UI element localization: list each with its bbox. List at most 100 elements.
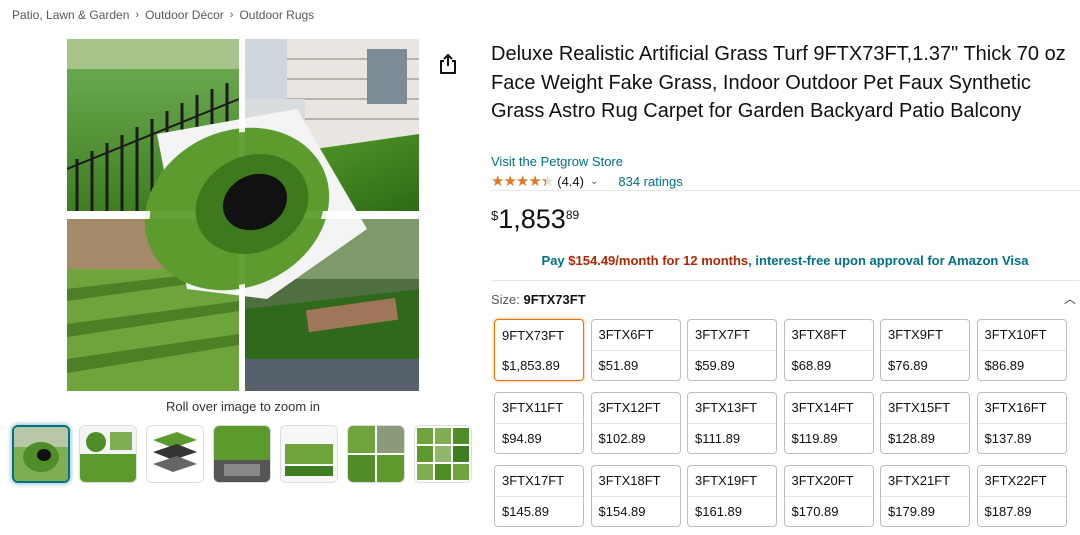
size-option-name: 3FTX13FT — [688, 393, 776, 424]
size-option-name: 3FTX12FT — [591, 393, 680, 424]
size-option[interactable]: 9FTX73FT $1,853.89 — [494, 319, 584, 381]
rating-value[interactable]: (4.4) — [557, 174, 584, 189]
rating-row: ★★★★★★ (4.4) ⌄ 834 ratings — [491, 172, 683, 190]
size-option-name: 3FTX8FT — [784, 320, 873, 351]
thumbnail-image — [147, 426, 203, 482]
size-option[interactable]: 3FTX7FT $59.89 — [687, 319, 777, 381]
thumbnail[interactable] — [79, 425, 137, 483]
breadcrumb-item[interactable]: Outdoor Rugs — [239, 8, 314, 22]
divider — [491, 280, 1079, 281]
thumbnail-image — [80, 426, 136, 482]
thumbnail-strip — [12, 425, 472, 483]
finance-amount: $154.49/month for 12 months — [568, 253, 749, 268]
chevron-up-icon[interactable]: ︿ — [1064, 290, 1076, 307]
size-option[interactable]: 3FTX10FT $86.89 — [976, 319, 1067, 381]
size-option-price: $1,853.89 — [502, 357, 560, 373]
size-option[interactable]: 3FTX15FT $128.89 — [880, 392, 970, 454]
thumbnail[interactable] — [146, 425, 204, 483]
size-option-price: $128.89 — [888, 430, 935, 446]
breadcrumb: Patio, Lawn & Garden › Outdoor Décor › O… — [12, 8, 314, 22]
size-options-grid: 9FTX73FT $1,853.89 3FTX6FT $51.89 3FTX7FT $… — [494, 319, 1067, 527]
price: $ 1,853 89 — [491, 204, 579, 234]
size-option[interactable]: 3FTX9FT $76.89 — [880, 319, 970, 381]
thumbnail-image — [281, 426, 337, 482]
star-rating-icon[interactable]: ★★★★★★ — [491, 172, 554, 190]
thumbnail-image — [214, 426, 270, 482]
size-option-name: 3FTX11FT — [495, 393, 583, 424]
size-option-price: $154.89 — [598, 503, 646, 519]
size-option-price: $68.89 — [791, 357, 832, 373]
size-option[interactable]: 3FTX12FT $102.89 — [590, 392, 681, 454]
finance-prefix: Pay — [541, 253, 569, 268]
price-whole: 1,853 — [498, 204, 566, 234]
ratings-count-link[interactable]: 834 ratings — [618, 174, 682, 189]
product-collage-image — [67, 39, 419, 391]
size-option-name: 3FTX18FT — [591, 466, 680, 497]
thumbnail[interactable] — [213, 425, 271, 483]
share-icon — [440, 53, 456, 74]
size-option-name: 9FTX73FT — [502, 327, 565, 343]
breadcrumb-item[interactable]: Outdoor Décor — [145, 8, 224, 22]
size-option-name: 3FTX9FT — [881, 320, 969, 351]
size-option-name: 3FTX20FT — [784, 466, 873, 497]
size-option-price: $161.89 — [695, 503, 742, 519]
thumbnail[interactable] — [347, 425, 405, 483]
size-option-price: $59.89 — [695, 357, 735, 373]
size-option-price: $86.89 — [984, 357, 1025, 373]
size-option[interactable]: 3FTX19FT $161.89 — [687, 465, 777, 527]
divider — [491, 190, 1079, 191]
finance-suffix: , interest-free upon approval for Amazon… — [748, 253, 1029, 268]
size-option-price: $102.89 — [598, 430, 646, 446]
size-option[interactable]: 3FTX18FT $154.89 — [590, 465, 681, 527]
main-product-image[interactable] — [67, 39, 419, 391]
size-option[interactable]: 3FTX14FT $119.89 — [783, 392, 874, 454]
size-option[interactable]: 3FTX17FT $145.89 — [494, 465, 584, 527]
size-option-price: $119.89 — [791, 430, 838, 446]
breadcrumb-item[interactable]: Patio, Lawn & Garden — [12, 8, 129, 22]
size-option-name: 3FTX16FT — [977, 393, 1066, 424]
thumbnail-image — [14, 427, 68, 481]
size-option-name: 3FTX17FT — [495, 466, 583, 497]
thumbnail[interactable] — [280, 425, 338, 483]
chevron-down-icon[interactable]: ⌄ — [590, 176, 598, 187]
zoom-hint: Roll over image to zoom in — [166, 399, 320, 414]
price-symbol: $ — [491, 208, 499, 223]
size-option-price: $111.89 — [695, 430, 741, 446]
size-option-price: $179.89 — [888, 503, 935, 519]
size-option-name: 3FTX21FT — [881, 466, 969, 497]
size-option[interactable]: 3FTX6FT $51.89 — [590, 319, 681, 381]
size-label: Size: 9FTX73FT — [491, 292, 586, 307]
size-option-price: $187.89 — [984, 503, 1032, 519]
size-option-name: 3FTX14FT — [784, 393, 873, 424]
size-selected-value: 9FTX73FT — [523, 292, 586, 307]
size-option-price: $51.89 — [598, 357, 639, 373]
thumbnail[interactable] — [12, 425, 70, 483]
size-option-name: 3FTX15FT — [881, 393, 969, 424]
size-option-name: 3FTX6FT — [591, 320, 680, 351]
size-label-text: Size: — [491, 292, 524, 307]
price-fraction: 89 — [565, 208, 580, 222]
size-option-name: 3FTX19FT — [688, 466, 776, 497]
size-option[interactable]: 3FTX16FT $137.89 — [976, 392, 1067, 454]
size-option[interactable]: 3FTX20FT $170.89 — [783, 465, 874, 527]
thumbnail-image — [348, 426, 404, 482]
size-option-price: $145.89 — [502, 503, 549, 519]
size-option-name: 3FTX7FT — [688, 320, 776, 351]
size-option[interactable]: 3FTX11FT $94.89 — [494, 392, 584, 454]
size-option[interactable]: 3FTX13FT $111.89 — [687, 392, 777, 454]
size-option[interactable]: 3FTX22FT $187.89 — [976, 465, 1067, 527]
store-link[interactable]: Visit the Petgrow Store — [491, 154, 623, 169]
size-option[interactable]: 3FTX21FT $179.89 — [880, 465, 970, 527]
thumbnail[interactable] — [414, 425, 472, 483]
size-option-name: 3FTX10FT — [977, 320, 1066, 351]
share-button[interactable] — [434, 50, 462, 78]
size-option-price: $94.89 — [502, 430, 542, 446]
size-option-price: $137.89 — [984, 430, 1032, 446]
size-option-name: 3FTX22FT — [977, 466, 1066, 497]
financing-offer[interactable]: Pay $154.49/month for 12 months, interes… — [491, 253, 1079, 268]
breadcrumb-separator: › — [135, 9, 140, 21]
size-option[interactable]: 3FTX8FT $68.89 — [783, 319, 874, 381]
size-option-price: $170.89 — [791, 503, 839, 519]
product-title: Deluxe Realistic Artificial Grass Turf 9… — [491, 43, 1066, 122]
thumbnail-image — [415, 426, 471, 482]
